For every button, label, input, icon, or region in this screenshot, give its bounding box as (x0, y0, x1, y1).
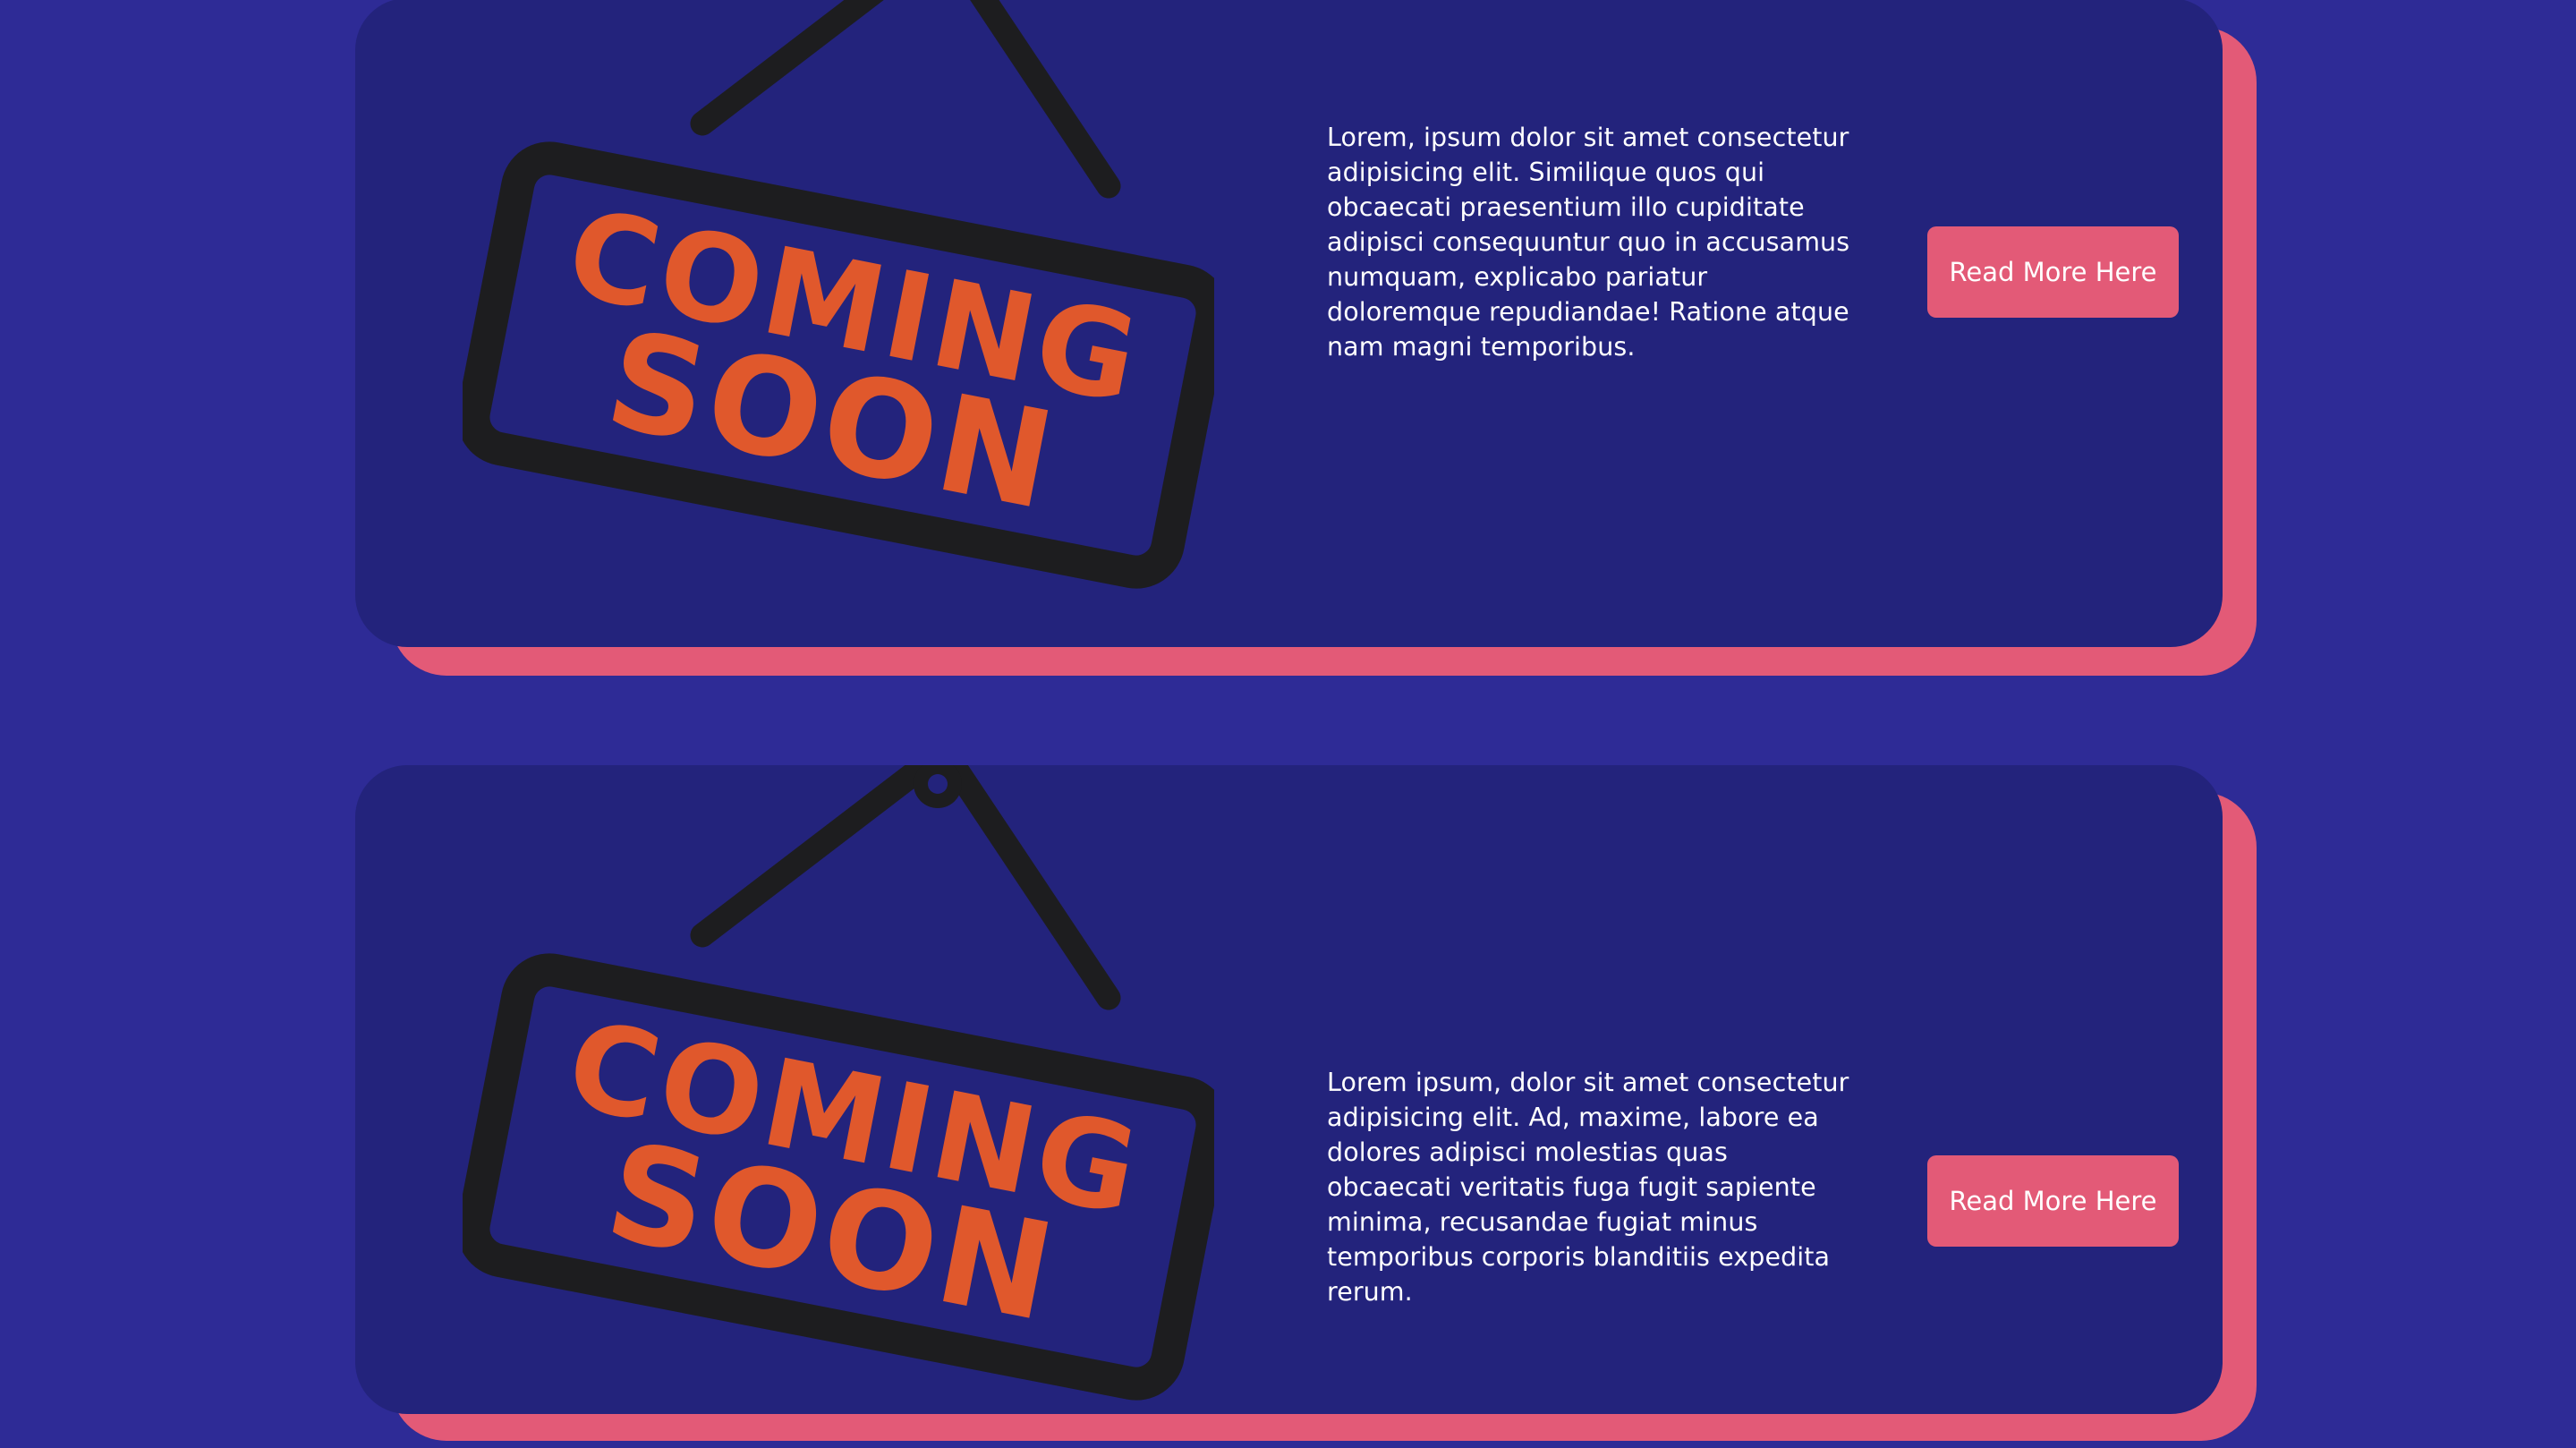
card-1: COMING SOON Lorem, ipsum dolor sit amet … (355, 0, 2257, 676)
coming-soon-sign-icon: COMING SOON (463, 765, 1214, 1401)
page: COMING SOON Lorem, ipsum dolor sit amet … (0, 0, 2576, 1448)
coming-soon-sign-icon: COMING SOON (463, 0, 1214, 589)
card-description: Lorem, ipsum dolor sit amet consectetur … (1327, 123, 1850, 362)
card-body: COMING SOON Lorem ipsum, dolor sit amet … (355, 765, 2223, 1414)
card-body: COMING SOON Lorem, ipsum dolor sit amet … (355, 0, 2223, 647)
card-description: Lorem ipsum, dolor sit amet consectetur … (1327, 1068, 1849, 1307)
read-more-button[interactable]: Read More Here (1927, 1155, 2179, 1247)
read-more-button[interactable]: Read More Here (1927, 226, 2179, 318)
card-2: COMING SOON Lorem ipsum, dolor sit amet … (355, 765, 2257, 1441)
